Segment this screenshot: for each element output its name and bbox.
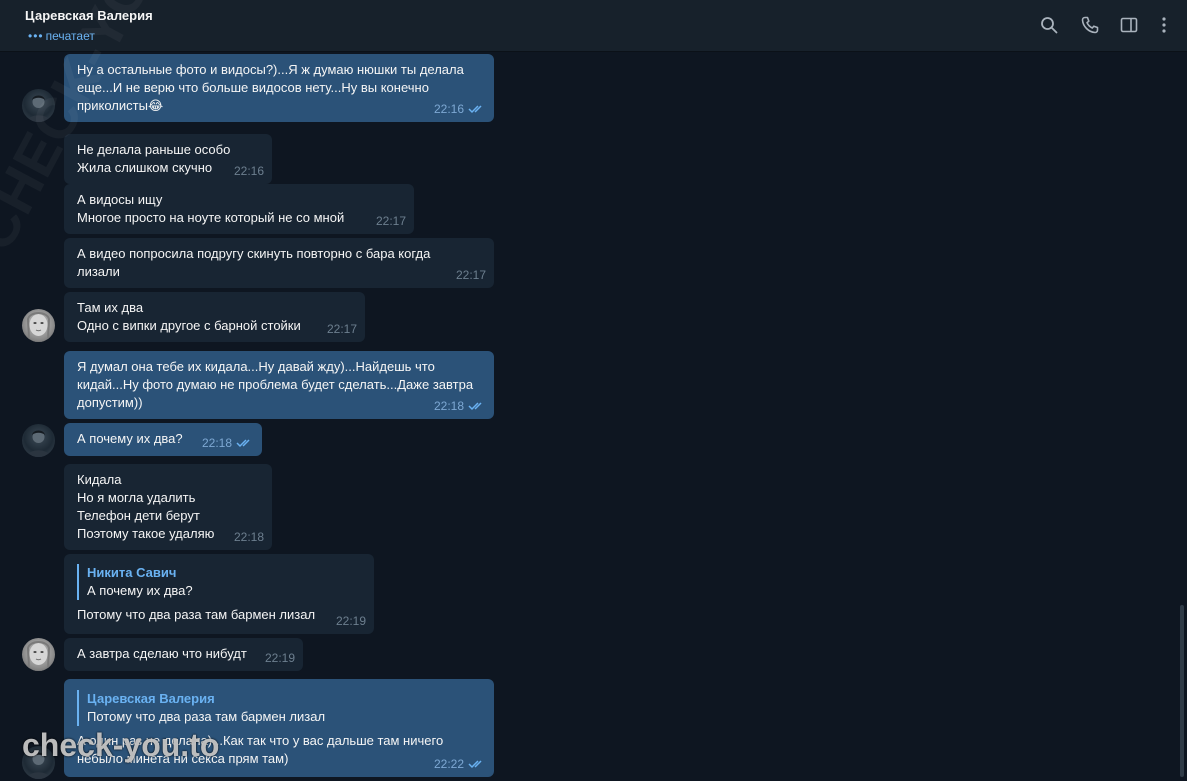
double-check-icon: [468, 104, 486, 114]
message-meta: 22:17: [327, 320, 357, 338]
sidebar-toggle-icon[interactable]: [1119, 15, 1139, 35]
message-outgoing[interactable]: А почему их два? 22:18: [64, 423, 262, 456]
message-text: Не делала раньше особо Жила слишком скуч…: [77, 142, 231, 175]
message-text: А завтра сделаю что нибудт: [77, 646, 247, 661]
message-meta: 22:22: [434, 755, 486, 773]
message-meta: 22:18: [434, 397, 486, 415]
message-time: 22:16: [233, 164, 264, 178]
message-text: Там их два Одно с випки другое с барной …: [77, 300, 301, 333]
message-text: А видео попросила подругу скинуть повтор…: [77, 246, 431, 279]
scrollbar[interactable]: [1180, 60, 1184, 777]
avatar[interactable]: [22, 746, 55, 779]
message-text: Я думал она тебе их кидала...Ну давай жд…: [77, 359, 474, 410]
message-meta: 22:19: [265, 649, 295, 667]
message-time: 22:18: [233, 530, 264, 544]
message-incoming[interactable]: Там их два Одно с випки другое с барной …: [64, 292, 365, 342]
message-time: 22:17: [326, 322, 357, 336]
message-time: 22:18: [433, 399, 464, 413]
message-meta: 22:16: [234, 162, 264, 180]
reply-text: А почему их два?: [87, 583, 193, 598]
message-meta: 22:17: [376, 212, 406, 230]
double-check-icon: [236, 438, 254, 448]
message-list[interactable]: Ну а остальные фото и видосы?)...Я ж дум…: [0, 52, 1177, 781]
chat-header: Царевская Валерия ••• печатает: [0, 0, 1187, 52]
message-time: 22:17: [455, 268, 486, 282]
reply-author: Никита Савич: [87, 565, 177, 580]
message-incoming[interactable]: Никита Савич А почему их два? Потому что…: [64, 554, 374, 634]
reply-text: Потому что два раза там бармен лизал: [87, 709, 326, 724]
search-icon[interactable]: [1039, 15, 1059, 35]
message-time: 22:17: [375, 214, 406, 228]
message-meta: 22:17: [456, 266, 486, 284]
message-time: 22:19: [264, 651, 295, 665]
reply-quote[interactable]: Царевская Валерия Потому что два раза та…: [77, 690, 482, 726]
avatar[interactable]: [22, 309, 55, 342]
message-meta: 22:18: [202, 434, 254, 452]
chat-title[interactable]: Царевская Валерия: [25, 8, 153, 23]
scrollbar-thumb[interactable]: [1180, 605, 1184, 777]
typing-status-label: печатает: [45, 29, 95, 43]
message-incoming[interactable]: А видосы ищу Многое просто на ноуте кото…: [64, 184, 414, 234]
typing-status: ••• печатает: [28, 29, 95, 43]
reply-quote[interactable]: Никита Савич А почему их два?: [77, 564, 362, 600]
double-check-icon: [468, 401, 486, 411]
phone-icon[interactable]: [1080, 15, 1100, 35]
message-time: 22:19: [335, 614, 366, 628]
message-time: 22:16: [433, 102, 464, 116]
message-incoming[interactable]: А видео попросила подругу скинуть повтор…: [64, 238, 494, 288]
reply-author: Царевская Валерия: [87, 691, 215, 706]
message-incoming[interactable]: А завтра сделаю что нибудт 22:19: [64, 638, 303, 671]
message-text: Потому что два раза там бармен лизал: [77, 607, 316, 622]
message-outgoing[interactable]: Царевская Валерия Потому что два раза та…: [64, 679, 494, 777]
message-meta: 22:16: [434, 100, 486, 118]
avatar[interactable]: [22, 638, 55, 671]
message-text: А видосы ищу Многое просто на ноуте кото…: [77, 192, 345, 225]
message-text: А один раз не делала)...Как так что у ва…: [77, 733, 444, 766]
message-meta: 22:18: [234, 528, 264, 546]
avatar[interactable]: [22, 89, 55, 122]
message-text: Кидала Но я могла удалить Телефон дети б…: [77, 472, 215, 541]
message-time: 22:18: [201, 436, 232, 450]
double-check-icon: [468, 759, 486, 769]
message-outgoing[interactable]: Я думал она тебе их кидала...Ну давай жд…: [64, 351, 494, 419]
avatar[interactable]: [22, 424, 55, 457]
message-incoming[interactable]: Кидала Но я могла удалить Телефон дети б…: [64, 464, 272, 550]
message-time: 22:22: [433, 757, 464, 771]
message-meta: 22:19: [336, 612, 366, 630]
more-vertical-icon[interactable]: [1154, 15, 1174, 35]
typing-dots-icon: •••: [28, 29, 44, 43]
message-text: Ну а остальные фото и видосы?)...Я ж дум…: [77, 62, 464, 113]
message-outgoing[interactable]: Ну а остальные фото и видосы?)...Я ж дум…: [64, 54, 494, 122]
message-incoming[interactable]: Не делала раньше особо Жила слишком скуч…: [64, 134, 272, 184]
